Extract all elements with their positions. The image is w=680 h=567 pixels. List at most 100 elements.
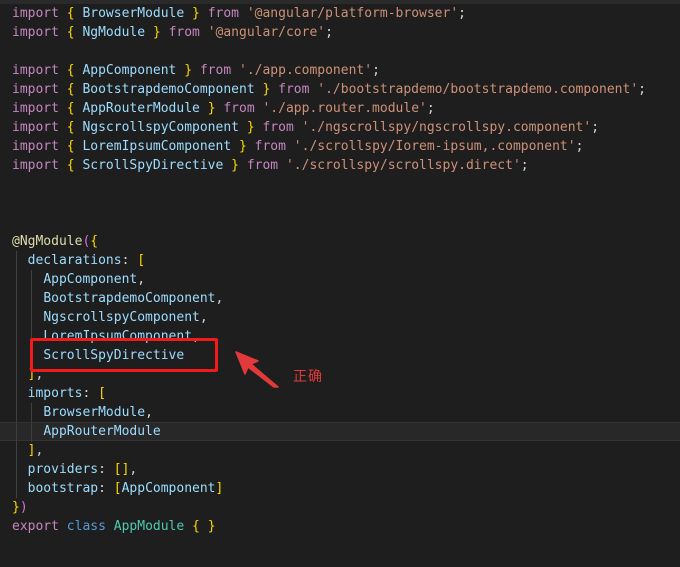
- code-line[interactable]: AppRouterModule: [0, 422, 680, 442]
- code-line[interactable]: [0, 42, 680, 61]
- code-line[interactable]: export class AppModule { }: [0, 517, 680, 536]
- code-line[interactable]: NgscrollspyComponent,: [0, 308, 680, 327]
- code-line[interactable]: imports: [: [0, 384, 680, 403]
- code-token: ]: [215, 481, 224, 496]
- code-token: }: [239, 139, 247, 154]
- code-token: './ngscrollspy/ngscrollspy.component': [301, 120, 592, 135]
- code-token: {: [66, 63, 75, 78]
- code-token: BootstrapdemoComponent: [82, 82, 255, 97]
- code-editor[interactable]: import { BrowserModule } from '@angular/…: [0, 0, 680, 567]
- code-line[interactable]: LoremIpsumComponent,: [0, 327, 680, 346]
- code-token: from: [168, 25, 200, 40]
- code-token: ;: [426, 101, 435, 116]
- indent-guide: [16, 403, 17, 422]
- indent-guide: [16, 251, 17, 270]
- code-token: {: [66, 120, 75, 135]
- code-token: from: [254, 139, 286, 154]
- code-token: './scrollspy/Iorem-ipsum,.component': [293, 139, 576, 154]
- code-token: import: [12, 63, 59, 78]
- code-line[interactable]: AppComponent,: [0, 270, 680, 289]
- code-line[interactable]: BrowserModule,: [0, 403, 680, 422]
- code-token: :: [82, 386, 99, 401]
- indent-guide: [16, 384, 17, 403]
- code-line[interactable]: import { LoremIpsumComponent } from './s…: [0, 137, 680, 156]
- code-token: ,: [35, 443, 44, 458]
- indent-guide: [16, 423, 17, 442]
- code-line[interactable]: ],: [0, 365, 680, 384]
- code-line[interactable]: import { BootstrapdemoComponent } from '…: [0, 80, 680, 99]
- indent-guide: [31, 289, 32, 308]
- code-token: './app.router.module': [262, 101, 427, 116]
- code-token: BootstrapdemoComponent: [43, 291, 216, 306]
- code-line[interactable]: import { AppRouterModule } from './app.r…: [0, 99, 680, 118]
- code-line[interactable]: import { ScrollSpyDirective } from './sc…: [0, 156, 680, 175]
- code-token: ,: [215, 291, 224, 306]
- code-token: from: [223, 101, 255, 116]
- code-token: '@angular/platform-browser': [246, 6, 459, 21]
- code-token: class: [66, 519, 106, 534]
- code-token: providers: [27, 462, 99, 477]
- code-line[interactable]: import { AppComponent } from './app.comp…: [0, 61, 680, 80]
- code-token: './app.component': [239, 63, 373, 78]
- code-token: :: [98, 481, 114, 496]
- code-token: from: [207, 6, 239, 21]
- code-token: [: [137, 253, 146, 268]
- code-token: {: [66, 158, 75, 173]
- code-token: ;: [325, 25, 333, 40]
- code-token: LoremIpsumComponent: [43, 329, 193, 344]
- code-token: bootstrap: [27, 481, 99, 496]
- code-line[interactable]: ScrollSpyDirective: [0, 346, 680, 365]
- code-line[interactable]: }): [0, 498, 680, 517]
- code-line[interactable]: [0, 175, 680, 194]
- code-line[interactable]: import { NgModule } from '@angular/core'…: [0, 23, 680, 42]
- code-token: from: [246, 158, 279, 173]
- code-token: AppComponent: [43, 272, 138, 287]
- code-token: './bootstrapdemo/bootstrapdemo.component…: [317, 82, 639, 97]
- code-line[interactable]: [0, 194, 680, 213]
- code-token: {: [90, 234, 99, 249]
- code-line[interactable]: import { NgscrollspyComponent } from './…: [0, 118, 680, 137]
- code-line[interactable]: bootstrap: [AppComponent]: [0, 479, 680, 498]
- code-token: import: [12, 101, 59, 116]
- code-line[interactable]: import { BrowserModule } from '@angular/…: [0, 4, 680, 23]
- code-token: ,: [192, 329, 200, 344]
- code-token: import: [12, 25, 59, 40]
- code-token: ): [19, 500, 28, 515]
- code-token: from: [199, 63, 232, 78]
- code-token: '@angular/core': [207, 25, 326, 40]
- code-token: ;: [372, 63, 380, 78]
- indent-guide: [16, 327, 17, 346]
- code-line[interactable]: providers: [],: [0, 460, 680, 479]
- code-line[interactable]: BootstrapdemoComponent,: [0, 289, 680, 308]
- code-line[interactable]: ],: [0, 441, 680, 460]
- code-token: ;: [458, 6, 466, 21]
- code-token: ScrollSpyDirective: [82, 158, 224, 173]
- code-token: []: [113, 462, 130, 477]
- code-token: imports: [27, 386, 83, 401]
- indent-guide: [16, 441, 17, 460]
- code-line[interactable]: [0, 213, 680, 232]
- code-line[interactable]: @NgModule({: [0, 232, 680, 251]
- code-token: ;: [575, 139, 584, 154]
- code-line[interactable]: declarations: [: [0, 251, 680, 270]
- code-token: ;: [591, 120, 600, 135]
- code-content[interactable]: import { BrowserModule } from '@angular/…: [0, 0, 680, 536]
- code-token: import: [12, 120, 59, 135]
- code-token: ,: [35, 367, 44, 382]
- indent-guide: [31, 346, 32, 365]
- indent-guide: [16, 289, 17, 308]
- indent-guide: [31, 327, 32, 346]
